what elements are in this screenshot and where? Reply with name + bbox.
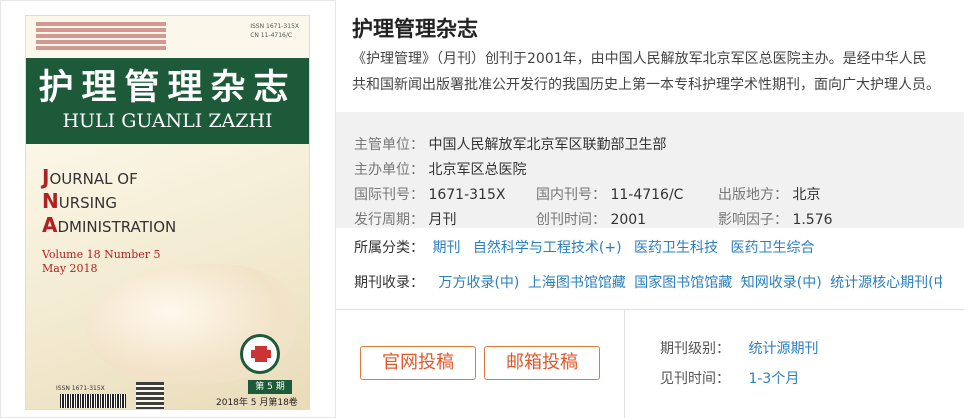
supervisor-value: 中国人民解放军北京军区联勤部卫生部 [428,137,667,153]
level-label: 期刊级别： [660,341,730,357]
issn-field: 国际刊号： 1671-315X [354,184,505,204]
issn-label: 国际刊号： [354,187,424,203]
cover-title-cn: 护理管理杂志 [38,67,297,108]
description-line-1: 《护理管理》（月刊）创刊于2001年，由中国人民解放军北京军区总医院主办。是经中… [352,51,927,67]
inclusion-link-wanfang[interactable]: 万方收录(中) [438,275,519,291]
impact-field: 影响因子： 1.576 [718,209,833,229]
inclusion-label: 期刊收录： [354,275,424,291]
journal-description: 《护理管理》（月刊）创刊于2001年，由中国人民解放军北京军区总医院主办。是经中… [352,46,952,98]
cover-issn-text: ISSN 1671-315X [250,23,299,30]
category-link-medical-general[interactable]: 医药卫生综合 [730,240,814,256]
cover-issn: ISSN 1671-315X CN 11-4716/C [250,22,299,40]
time-value-link[interactable]: 1-3个月 [748,371,799,387]
description-line-2: 共和国新闻出版署批准公开发行的我国历史上第一本专科护理学术性期刊，面向广大护理人… [352,77,940,93]
cover-en-line2: URSING [58,194,117,212]
journal-cover-image[interactable]: ISSN 1671-315X CN 11-4716/C 护理管理杂志 HULI … [25,15,310,410]
cover-title-band: 护理管理杂志 HULI GUANLI ZAZHI [26,58,309,144]
place-value: 北京 [792,187,821,203]
sponsor-value: 北京军区总医院 [428,162,527,178]
issn-value: 1671-315X [428,187,506,203]
time-label: 见刊时间： [660,371,730,387]
cycle-field: 发行周期： 月刊 [354,209,456,229]
cover-header: ISSN 1671-315X CN 11-4716/C [26,16,309,58]
cover-en-line1: OURNAL OF [49,170,138,188]
cycle-row: 发行周期： 月刊 创刊时间： 2001 影响因子： 1.576 [354,209,954,229]
cover-issue-date: 2018年 5 月第18卷 [216,398,298,408]
cover-title-pinyin: HULI GUANLI ZAZHI [62,110,273,132]
barcode-label: ISSN 1671-315X [56,385,105,392]
red-cross-horizontal [251,350,271,358]
barcode-icon [60,394,126,408]
cover-initial-n: N [42,189,59,213]
cover-cn-text: CN 11-4716/C [250,32,293,39]
category-label: 所属分类： [354,240,424,256]
inclusion-link-shanghai-library[interactable]: 上海图书馆馆藏 [528,275,626,291]
cn-value: 11-4716/C [610,187,684,203]
cover-journal-en: JOURNAL OF NURSING ADMINISTRATION [42,166,176,238]
issn-row: 国际刊号： 1671-315X 国内刊号： 11-4716/C 出版地方： 北京 [354,184,954,204]
inclusion-link-cnki[interactable]: 知网收录(中) [741,275,822,291]
cover-initial-a: A [42,213,58,237]
supervisor-row: 主管单位： 中国人民解放军北京军区联勤部卫生部 [354,134,666,154]
journal-info-box: 主管单位： 中国人民解放军北京军区联勤部卫生部 主办单位： 北京军区总医院 国际… [336,112,964,228]
cn-field: 国内刊号： 11-4716/C [536,184,683,204]
cover-en-line3: DMINISTRATION [57,218,177,236]
category-link-medical-tech[interactable]: 医药卫生科技 [634,240,718,256]
sponsor-label: 主办单位： [354,162,424,178]
supervisor-label: 主管单位： [354,137,424,153]
official-submit-button[interactable]: 官网投稿 [360,346,476,380]
impact-label: 影响因子： [718,212,788,228]
founded-field: 创刊时间： 2001 [536,209,646,229]
inclusion-link-national-library[interactable]: 国家图书馆馆藏 [634,275,732,291]
cover-panel: ISSN 1671-315X CN 11-4716/C 护理管理杂志 HULI … [0,0,336,418]
journal-level-row: 期刊级别： 统计源期刊 [660,338,818,358]
cycle-value: 月刊 [428,212,457,228]
category-row: 所属分类： 期刊 自然科学与工程技术(+) 医药卫生科技 医药卫生综合 [354,237,814,257]
journal-title: 护理管理杂志 [352,17,478,41]
cn-label: 国内刊号： [536,187,606,203]
cover-body: JOURNAL OF NURSING ADMINISTRATION Volume… [26,144,309,409]
email-submit-button[interactable]: 邮箱投稿 [484,346,600,380]
vertical-divider [624,310,625,418]
level-value-link[interactable]: 统计源期刊 [748,341,818,357]
inclusion-link-core-journal[interactable]: 统计源核心期刊(中国 [830,275,942,291]
cover-volume-text: Volume 18 Number 5 [42,248,161,261]
hospital-logo-icon [240,334,280,374]
cover-header-lines [36,22,166,52]
publish-time-row: 见刊时间： 1-3个月 [660,368,799,388]
qr-code-icon [136,382,164,409]
founded-value: 2001 [610,212,647,228]
place-label: 出版地方： [718,187,788,203]
inclusion-row: 期刊收录： 万方收录(中) 上海图书馆馆藏 国家图书馆馆藏 知网收录(中) 统计… [354,272,942,292]
cycle-label: 发行周期： [354,212,424,228]
impact-value: 1.576 [792,212,833,228]
place-field: 出版地方： 北京 [718,184,820,204]
cover-issue-label: 第 5 期 [248,380,292,394]
category-link-journal[interactable]: 期刊 [432,240,460,256]
section-divider [336,309,964,310]
category-link-natural-science[interactable]: 自然科学与工程技术(+) [473,240,622,256]
sponsor-row: 主办单位： 北京军区总医院 [354,159,526,179]
founded-label: 创刊时间： [536,212,606,228]
